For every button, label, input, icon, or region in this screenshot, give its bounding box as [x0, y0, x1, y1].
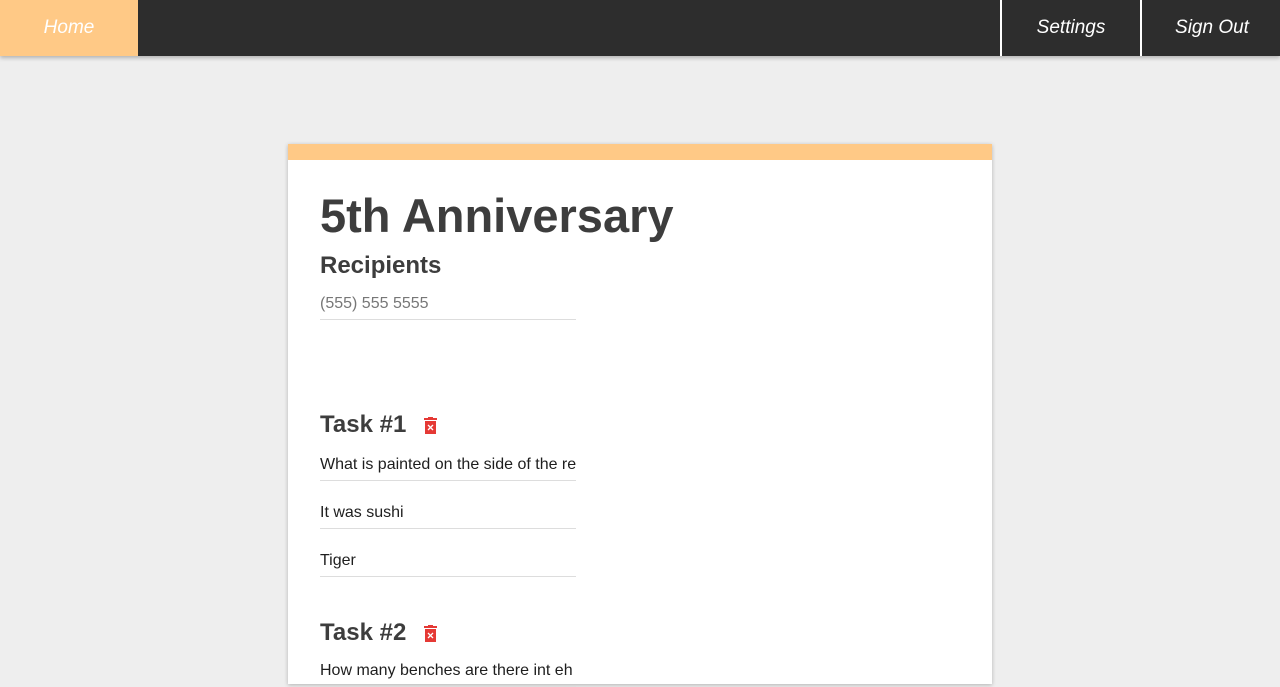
- recipients-heading: Recipients: [320, 252, 442, 279]
- task-1-title: Task #1: [320, 411, 407, 438]
- trash-icon[interactable]: [424, 624, 438, 642]
- task-1-hint-input[interactable]: It was sushi: [320, 504, 576, 529]
- nav-signout-button[interactable]: Sign Out: [1140, 0, 1280, 56]
- event-title: 5th Anniversary: [320, 189, 674, 242]
- nav-home-button[interactable]: Home: [0, 0, 138, 56]
- nav-settings-button[interactable]: Settings: [1000, 0, 1140, 56]
- card-accent-bar: [288, 144, 992, 160]
- task-2-title: Task #2: [320, 619, 407, 646]
- task-1-question-input[interactable]: What is painted on the side of the re: [320, 456, 576, 481]
- task-2-heading: Task #2: [320, 619, 438, 647]
- top-navbar: Home Settings Sign Out: [0, 0, 1280, 56]
- recipients-input[interactable]: (555) 555 5555: [320, 295, 576, 320]
- task-2-question-input[interactable]: How many benches are there int eh s: [320, 662, 576, 687]
- task-1-answer-input[interactable]: Tiger: [320, 552, 576, 577]
- event-card: 5th Anniversary Recipients (555) 555 555…: [288, 144, 992, 687]
- trash-icon[interactable]: [424, 416, 438, 434]
- task-1-heading: Task #1: [320, 411, 438, 439]
